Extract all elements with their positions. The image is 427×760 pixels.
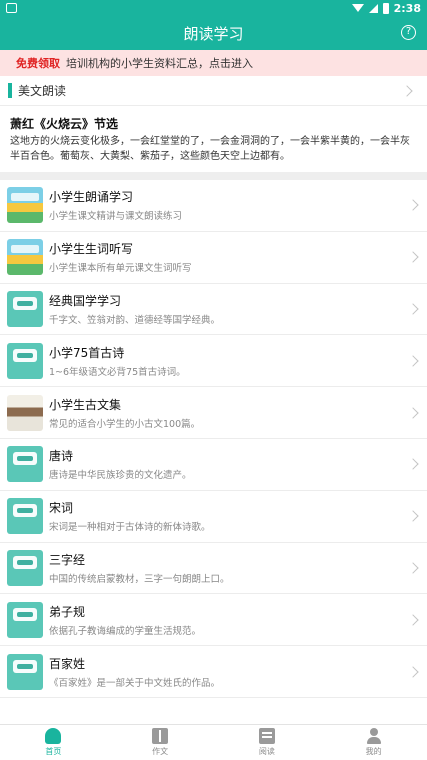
item-text: 三字经中国的传统启蒙教材，三字一句朗朗上口。: [43, 551, 409, 585]
course-thumbnail: [7, 498, 43, 535]
item-text: 小学生朗诵学习小学生课文精讲与课文朗读练习: [43, 188, 409, 222]
tab-label: 我的: [365, 747, 382, 756]
battery-icon: [382, 2, 389, 14]
read-icon: [258, 728, 275, 744]
tab-read[interactable]: 阅读: [214, 725, 321, 760]
excerpt-title: 萧红《火烧云》节选: [10, 117, 119, 131]
list-item[interactable]: 经典国学学习千字文、笠翁对韵、道德经等国学经典。: [0, 284, 427, 336]
item-text: 小学75首古诗 1~6年级语文必背75首古诗词。: [43, 344, 409, 378]
item-desc: 依据孔子教诲编成的学童生活规范。: [49, 625, 202, 637]
chevron-right-icon: [407, 562, 419, 574]
course-thumbnail: [7, 549, 43, 586]
tab-label: 作文: [152, 747, 169, 756]
tab-home[interactable]: 首页: [0, 725, 107, 760]
list-item[interactable]: 小学生古文集常见的适合小学生的小古文100篇。: [0, 387, 427, 439]
list-item[interactable]: 唐诗唐诗是中华民族珍贵的文化遗产。: [0, 439, 427, 491]
item-desc: 千字文、笠翁对韵、道德经等国学经典。: [49, 314, 221, 326]
course-thumbnail: [7, 290, 43, 327]
item-title: 唐诗: [49, 449, 74, 464]
item-desc: 唐诗是中华民族珍贵的文化遗产。: [49, 470, 192, 482]
tab-book[interactable]: 作文: [107, 725, 214, 760]
list-item[interactable]: 小学生朗诵学习小学生课文精讲与课文朗读练习: [0, 180, 427, 232]
item-text: 百家姓《百家姓》是一部关于中文姓氏的作品。: [43, 655, 409, 689]
item-text: 经典国学学习千字文、笠翁对韵、道德经等国学经典。: [43, 292, 409, 326]
list-item[interactable]: 百家姓《百家姓》是一部关于中文姓氏的作品。: [0, 646, 427, 698]
chevron-right-icon: [407, 355, 419, 367]
section-header-meiwen[interactable]: 美文朗读: [0, 76, 427, 106]
item-title: 三字经: [49, 552, 86, 567]
wifi-icon: [351, 4, 364, 12]
course-thumbnail: [7, 601, 43, 638]
list-item[interactable]: 小学75首古诗 1~6年级语文必背75首古诗词。: [0, 335, 427, 388]
excerpt-card[interactable]: 萧红《火烧云》节选 这地方的火烧云变化极多，一会红堂堂的了，一会金洞洞的了，一会…: [0, 106, 427, 172]
item-title: 小学生生词听写: [49, 242, 134, 257]
app-notification-icon: [6, 3, 17, 13]
item-title: 弟子规: [49, 604, 86, 619]
chevron-right-icon: [401, 84, 413, 97]
list-item[interactable]: 弟子规依据孔子教诲编成的学童生活规范。: [0, 594, 427, 647]
item-text: 弟子规依据孔子教诲编成的学童生活规范。: [43, 603, 409, 637]
course-thumbnail: [7, 342, 43, 379]
chevron-right-icon: [407, 510, 419, 522]
item-desc: 1~6年级语文必背75首古诗词。: [49, 366, 186, 378]
item-title: 小学生朗诵学习: [49, 190, 134, 205]
item-desc: 小学生课本所有单元课文生词听写: [49, 263, 192, 275]
chevron-right-icon: [407, 614, 419, 626]
excerpt-body: 这地方的火烧云变化极多，一会红堂堂的了，一会金洞洞的了，一会半紫半黄的，一会半灰…: [10, 136, 410, 162]
item-title: 百家姓: [49, 656, 86, 671]
item-desc: 常见的适合小学生的小古文100篇。: [49, 418, 201, 430]
promo-text: 培训机构的小学生资料汇总，点击进入: [66, 57, 253, 70]
course-thumbnail: [7, 239, 43, 276]
course-thumbnail: [7, 187, 43, 224]
section-accent-bar: [8, 83, 12, 98]
chevron-right-icon: [407, 406, 419, 419]
item-title: 宋词: [49, 501, 74, 516]
list-item[interactable]: 小学生生词听写小学生课本所有单元课文生词听写: [0, 232, 427, 284]
book-icon: [152, 728, 169, 744]
section-divider: [0, 172, 427, 180]
list-item[interactable]: 宋词宋词是一种相对于古体诗的新体诗歌。: [0, 491, 427, 543]
item-title: 经典国学学习: [49, 293, 122, 308]
item-text: 小学生生词听写小学生课本所有单元课文生词听写: [43, 240, 409, 274]
chevron-right-icon: [407, 458, 419, 471]
item-text: 小学生古文集常见的适合小学生的小古文100篇。: [43, 396, 409, 430]
item-desc: 宋词是一种相对于古体诗的新体诗歌。: [49, 522, 211, 534]
chevron-right-icon: [407, 665, 419, 678]
course-list: 小学生朗诵学习小学生课文精讲与课文朗读练习 小学生生词听写小学生课本所有单元课文生…: [0, 180, 427, 698]
bottom-tab-bar: 首页 作文 阅读 我的: [0, 724, 427, 760]
help-icon[interactable]: ?: [401, 25, 416, 40]
signal-icon: [368, 3, 378, 13]
user-icon: [366, 728, 382, 744]
tab-label: 首页: [45, 747, 62, 756]
item-title: 小学75首古诗: [49, 345, 125, 360]
status-bar: 2:38: [0, 0, 427, 16]
section-title: 美文朗读: [18, 84, 67, 98]
home-icon: [45, 728, 62, 744]
chevron-right-icon: [407, 199, 419, 212]
item-desc: 《百家姓》是一部关于中文姓氏的作品。: [49, 677, 221, 689]
status-time: 2:38: [393, 1, 421, 15]
page-title: 朗读学习: [183, 24, 244, 43]
tab-label: 阅读: [258, 747, 275, 756]
item-text: 宋词宋词是一种相对于古体诗的新体诗歌。: [43, 499, 409, 533]
chevron-right-icon: [407, 251, 419, 263]
course-thumbnail: [7, 394, 43, 431]
chevron-right-icon: [407, 303, 419, 315]
list-item[interactable]: 三字经中国的传统启蒙教材，三字一句朗朗上口。: [0, 543, 427, 595]
tab-user[interactable]: 我的: [320, 725, 427, 760]
item-desc: 中国的传统启蒙教材，三字一句朗朗上口。: [49, 573, 230, 585]
item-title: 小学生古文集: [49, 397, 122, 412]
course-thumbnail: [7, 653, 43, 690]
app-bar: 朗读学习 ?: [0, 16, 427, 50]
promo-tag: 免费领取: [16, 57, 60, 70]
promo-banner[interactable]: 免费领取 培训机构的小学生资料汇总，点击进入: [0, 50, 427, 76]
course-thumbnail: [7, 446, 43, 483]
item-text: 唐诗唐诗是中华民族珍贵的文化遗产。: [43, 447, 409, 481]
item-desc: 小学生课文精讲与课文朗读练习: [49, 211, 183, 223]
